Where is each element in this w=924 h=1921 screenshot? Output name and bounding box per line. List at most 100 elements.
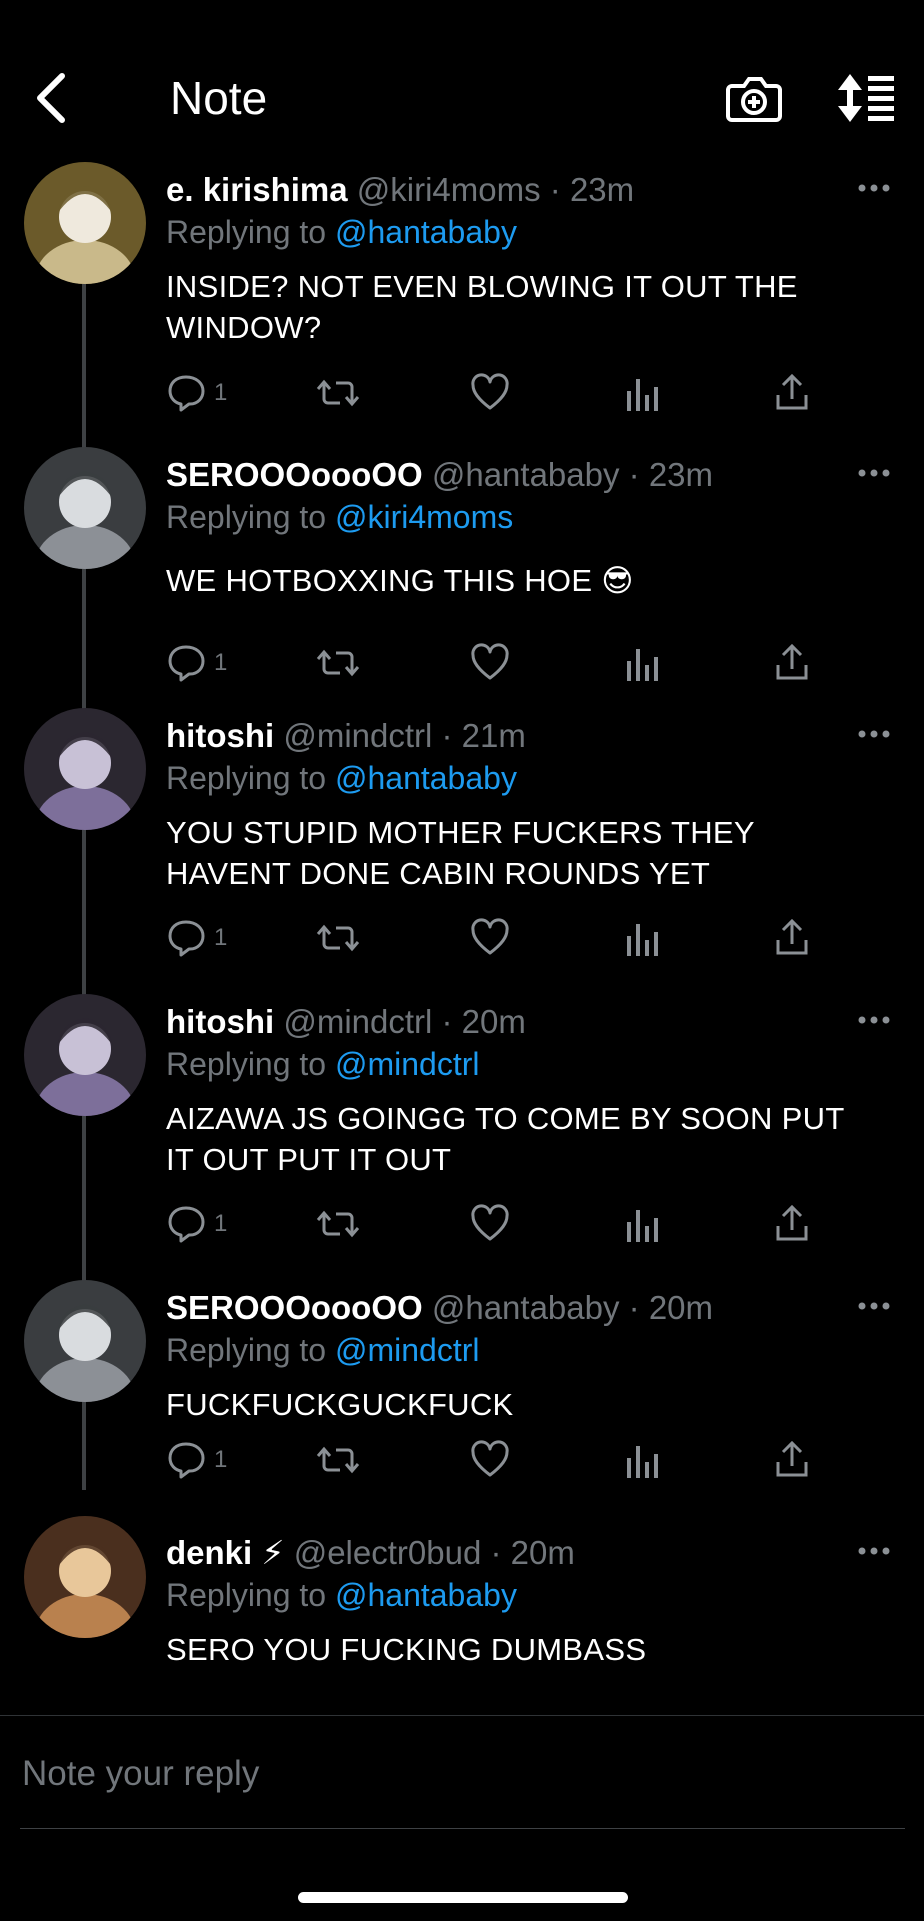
display-name[interactable]: SEROOOoooOO [166, 456, 423, 493]
replying-to-line: Replying to @hantababy [166, 212, 517, 252]
heart-icon [470, 1204, 510, 1244]
replying-to-label: Replying to [166, 1046, 327, 1082]
share-button[interactable] [774, 641, 810, 685]
tweet[interactable]: hitoshi @mindctrl · 21m Replying to @hant… [0, 706, 924, 966]
like-button[interactable] [470, 1202, 510, 1246]
more-options-button[interactable] [854, 1543, 894, 1559]
display-name[interactable]: SEROOOoooOO [166, 1289, 423, 1326]
tweet-text: WE HOTBOXXING THIS HOE 😎 [166, 560, 886, 601]
views-button[interactable] [624, 1438, 660, 1482]
username: @electr0bud [293, 1534, 482, 1571]
reply-count: 1 [214, 924, 228, 951]
share-button[interactable] [774, 1202, 810, 1246]
retweet-button[interactable] [316, 1438, 360, 1482]
tweet-text: YOU STUPID MOTHER FUCKERS THEY HAVENT DON… [166, 812, 886, 894]
share-button[interactable] [774, 916, 810, 960]
reply-icon [166, 1440, 206, 1480]
replying-to-line: Replying to @mindctrl [166, 1330, 479, 1370]
replying-to-line: Replying to @kiri4moms [166, 497, 513, 537]
separator-dot: · [619, 1289, 649, 1326]
retweet-button[interactable] [316, 641, 360, 685]
reply-button[interactable]: 1 [166, 1202, 227, 1246]
share-icon [774, 1440, 810, 1480]
share-button[interactable] [774, 371, 810, 415]
reply-button[interactable]: 1 [166, 641, 227, 685]
display-name[interactable]: hitoshi [166, 717, 274, 754]
retweet-button[interactable] [316, 1202, 360, 1246]
camera-button[interactable] [726, 72, 782, 124]
more-options-button[interactable] [854, 726, 894, 742]
retweet-icon [316, 1204, 360, 1244]
mention-link[interactable]: @kiri4moms [335, 499, 513, 535]
reply-composer [0, 1715, 924, 1921]
home-indicator[interactable] [298, 1892, 628, 1903]
reply-input[interactable] [20, 1738, 884, 1810]
avatar[interactable] [24, 447, 146, 569]
reply-icon [166, 918, 206, 958]
reply-icon [166, 643, 206, 683]
share-icon [774, 1204, 810, 1244]
reply-count: 1 [214, 379, 228, 406]
timestamp: 23m [569, 171, 635, 208]
display-name[interactable]: e. kirishima [166, 171, 348, 208]
tweet-text-line: WE HOTBOXXING THIS HOE 😎 [166, 563, 634, 598]
share-button[interactable] [774, 1438, 810, 1482]
tweet-text: SERO YOU FUCKING DUMBASS [166, 1629, 886, 1670]
retweet-button[interactable] [316, 371, 360, 415]
reply-count: 1 [214, 649, 228, 676]
views-button[interactable] [624, 371, 660, 415]
retweet-button[interactable] [316, 916, 360, 960]
like-button[interactable] [470, 641, 510, 685]
reply-button[interactable]: 1 [166, 1438, 227, 1482]
tweet[interactable]: hitoshi @mindctrl · 20m Replying to @mind… [0, 992, 924, 1252]
mention-link[interactable]: @hantababy [335, 1577, 517, 1613]
heart-icon [470, 373, 510, 413]
bar-chart-icon [624, 918, 660, 958]
reply-icon [166, 1204, 206, 1244]
retweet-icon [316, 643, 360, 683]
tweet[interactable]: denki ⚡ @electr0bud · 20m Replying to @ha… [0, 1516, 924, 1715]
mention-link[interactable]: @hantababy [335, 760, 517, 796]
display-name[interactable]: denki ⚡ [166, 1534, 285, 1571]
page-title: Note [170, 72, 268, 124]
views-button[interactable] [624, 916, 660, 960]
tweet-header: SEROOOoooOO @hantababy · 20m [166, 1288, 844, 1328]
avatar[interactable] [24, 994, 146, 1116]
top-bar: Note [0, 0, 924, 160]
reply-count: 1 [214, 1446, 228, 1473]
avatar[interactable] [24, 162, 146, 284]
like-button[interactable] [470, 371, 510, 415]
tweet-text-line: INSIDE? NOT EVEN BLOWING IT OUT THE [166, 269, 798, 304]
reply-button[interactable]: 1 [166, 916, 227, 960]
reply-button[interactable]: 1 [166, 371, 227, 415]
replying-to-label: Replying to [166, 214, 327, 250]
views-button[interactable] [624, 641, 660, 685]
timestamp: 20m [461, 1003, 526, 1040]
mention-link[interactable]: @mindctrl [335, 1046, 480, 1082]
mention-link[interactable]: @mindctrl [335, 1332, 480, 1368]
tweet[interactable]: SEROOOoooOO @hantababy · 20m Replying to … [0, 1278, 924, 1538]
sort-button[interactable] [836, 72, 896, 124]
timestamp: 20m [648, 1289, 714, 1326]
more-options-button[interactable] [854, 1012, 894, 1028]
tweet-text-line: AIZAWA JS GOINGG TO COME BY SOON PUT [166, 1101, 845, 1136]
like-button[interactable] [470, 916, 510, 960]
tweet[interactable]: SEROOOoooOO @hantababy · 23m Replying to … [0, 445, 924, 705]
avatar[interactable] [24, 1516, 146, 1638]
tweet[interactable]: e. kirishima @kiri4moms · 23m Replying to… [0, 160, 924, 420]
display-name[interactable]: hitoshi [166, 1003, 274, 1040]
back-button[interactable] [30, 70, 80, 126]
ellipsis-icon [858, 184, 890, 192]
replying-to-line: Replying to @hantababy [166, 1575, 517, 1615]
like-button[interactable] [470, 1438, 510, 1482]
more-options-button[interactable] [854, 1298, 894, 1314]
tweet-header: e. kirishima @kiri4moms · 23m [166, 170, 844, 210]
more-options-button[interactable] [854, 180, 894, 196]
views-button[interactable] [624, 1202, 660, 1246]
more-options-button[interactable] [854, 465, 894, 481]
avatar[interactable] [24, 1280, 146, 1402]
ellipsis-icon [858, 1016, 890, 1024]
mention-link[interactable]: @hantababy [335, 214, 517, 250]
avatar[interactable] [24, 708, 146, 830]
replying-to-label: Replying to [166, 760, 327, 796]
